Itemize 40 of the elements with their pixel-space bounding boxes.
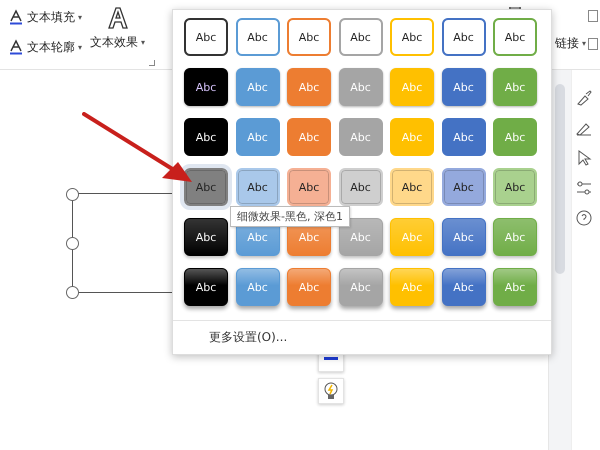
style-swatch[interactable]: Abc — [287, 268, 331, 306]
style-swatch[interactable]: Abc — [184, 18, 228, 56]
ribbon-button[interactable]: 文本轮廓 ▾ — [8, 36, 82, 58]
style-swatch[interactable]: Abc — [442, 68, 486, 106]
link-button[interactable]: 链接 ▾ — [555, 35, 586, 52]
style-swatch[interactable]: Abc — [442, 18, 486, 56]
style-swatch[interactable]: Abc — [493, 18, 537, 56]
more-settings-item[interactable]: 更多设置(O)... — [173, 321, 551, 354]
style-swatch[interactable]: Abc — [236, 268, 280, 306]
style-swatch[interactable]: Abc — [236, 118, 280, 156]
tooltip: 细微效果-黑色, 深色1 — [230, 206, 350, 227]
style-swatch[interactable]: Abc — [493, 218, 537, 256]
style-swatch[interactable]: Abc — [287, 118, 331, 156]
style-swatch[interactable]: Abc — [287, 168, 331, 206]
style-swatch[interactable]: Abc — [442, 218, 486, 256]
style-swatch[interactable]: Abc — [184, 268, 228, 306]
style-swatch[interactable]: Abc — [442, 118, 486, 156]
style-swatch[interactable]: Abc — [236, 168, 280, 206]
style-swatch[interactable]: Abc — [493, 168, 537, 206]
style-swatch[interactable]: Abc — [442, 268, 486, 306]
style-swatch[interactable]: Abc — [236, 68, 280, 106]
ribbon-button[interactable]: 文本填充 ▾ — [8, 6, 82, 28]
style-swatch[interactable]: Abc — [236, 18, 280, 56]
style-swatch[interactable]: Abc — [493, 68, 537, 106]
style-swatch[interactable]: Abc — [287, 68, 331, 106]
style-swatch[interactable]: Abc — [390, 18, 434, 56]
style-swatch[interactable]: Abc — [442, 168, 486, 206]
style-swatch[interactable]: Abc — [338, 168, 382, 206]
style-swatch[interactable]: Abc — [184, 218, 228, 256]
style-swatch[interactable]: Abc — [493, 268, 537, 306]
style-swatch[interactable]: Abc — [338, 68, 382, 106]
style-swatch[interactable]: Abc — [338, 268, 382, 306]
style-swatch[interactable]: Abc — [287, 18, 331, 56]
style-swatch[interactable]: Abc — [184, 68, 228, 106]
style-swatch[interactable]: Abc — [184, 118, 228, 156]
text-effect-button[interactable]: 文本效果 ▾ — [90, 6, 146, 51]
style-swatch[interactable]: Abc — [390, 168, 434, 206]
style-swatch[interactable]: Abc — [338, 118, 382, 156]
style-swatch[interactable]: Abc — [338, 18, 382, 56]
style-swatch[interactable]: Abc — [493, 118, 537, 156]
